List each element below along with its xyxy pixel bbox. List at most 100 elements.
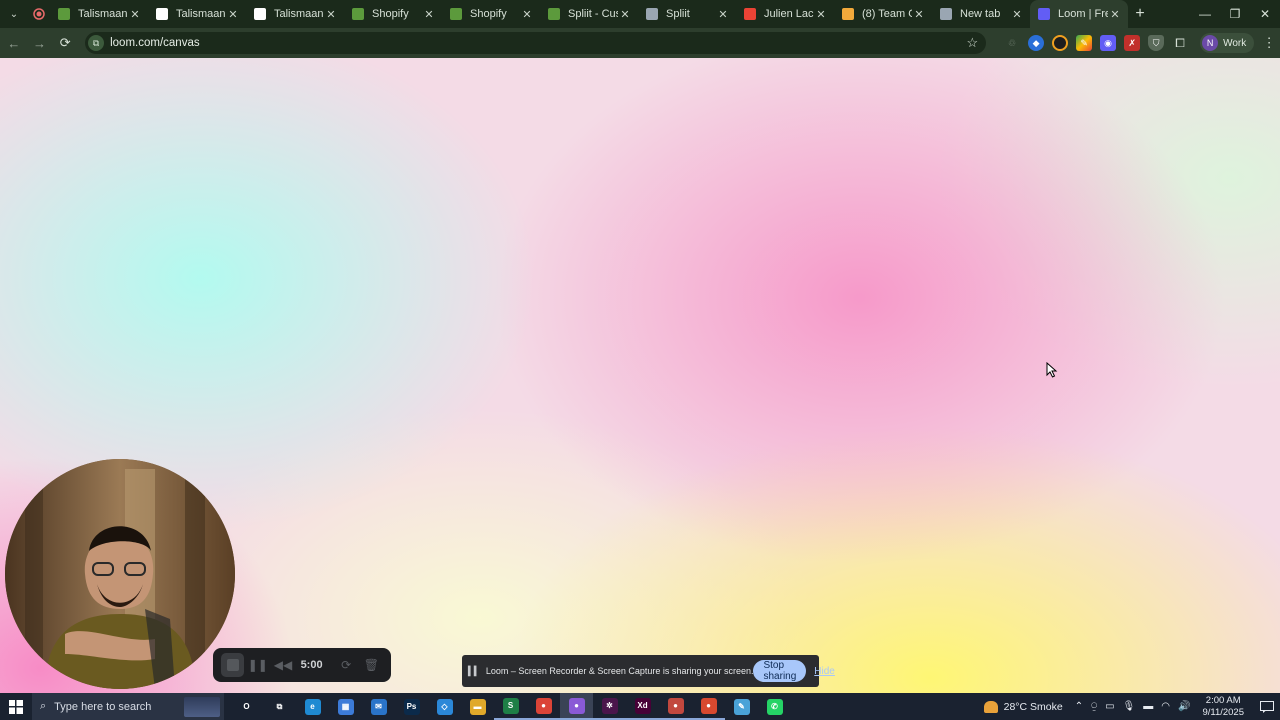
close-tab-icon[interactable]: ✕ xyxy=(912,8,926,21)
delete-recording-button[interactable]: 🗑 xyxy=(360,658,383,672)
browser-tab[interactable]: Loom | Fre ✕ xyxy=(1030,0,1128,28)
site-info-icon[interactable]: ⧉ xyxy=(88,35,105,51)
taskbar-app-chrome-work[interactable]: ● xyxy=(659,693,692,720)
browser-tab[interactable]: Shopify ✕ xyxy=(344,0,442,28)
notion-icon xyxy=(156,8,168,20)
taskbar-app-file-explorer[interactable]: ▬ xyxy=(461,693,494,720)
stop-recording-button[interactable] xyxy=(221,653,245,677)
taskbar-app-chrome[interactable]: ● xyxy=(527,693,560,720)
tab-title: Talismaan xyxy=(176,8,226,20)
windows-start-button[interactable] xyxy=(0,699,32,714)
taskbar-app-mail[interactable]: ✉ xyxy=(362,693,395,720)
browser-tab[interactable]: Julien Lacomb✕ xyxy=(736,0,834,28)
close-window-button[interactable]: ✕ xyxy=(1250,0,1280,28)
close-tab-icon[interactable]: ✕ xyxy=(422,8,436,21)
restore-button[interactable]: ❐ xyxy=(1220,0,1250,28)
drag-handle-icon[interactable]: ▍▍ xyxy=(468,666,481,677)
restart-button[interactable]: ⟳ xyxy=(335,658,358,672)
cortana-icon: O xyxy=(238,698,255,715)
taskbar-app-photoshop[interactable]: Ps xyxy=(395,693,428,720)
close-tab-icon[interactable]: ✕ xyxy=(716,8,730,21)
wifi-icon[interactable]: ◠ xyxy=(1161,701,1170,712)
forward-button[interactable]: → xyxy=(28,31,52,55)
close-tab-icon[interactable]: ✕ xyxy=(324,8,338,21)
browser-tab[interactable]: Spliit - Custom✕ xyxy=(540,0,638,28)
extension-blue-icon[interactable]: ◆ xyxy=(1028,35,1045,51)
extension-color-icon[interactable]: ✎ xyxy=(1076,35,1093,51)
close-tab-icon[interactable]: ✕ xyxy=(1108,8,1122,21)
new-tab-button[interactable]: + xyxy=(1128,5,1152,23)
taskbar-app-slack[interactable]: ✲ xyxy=(593,693,626,720)
taskbar-app-excel-sheets[interactable]: S xyxy=(494,693,527,720)
battery-icon[interactable]: ▬ xyxy=(1143,701,1153,712)
mail-icon: ✉ xyxy=(370,698,387,715)
chrome-icon: ● xyxy=(535,697,552,714)
extensions-puzzle-icon[interactable]: ⧠ xyxy=(1172,35,1188,51)
taskbar-app-task-view[interactable]: ⧉ xyxy=(263,693,296,720)
tab-search-button[interactable]: ⌄ xyxy=(0,0,28,28)
tab-title: Shopify xyxy=(372,8,409,20)
taskbar-app-cortana[interactable]: O xyxy=(230,693,263,720)
address-bar[interactable]: ⧉ loom.com/canvas ☆ xyxy=(85,32,987,54)
store-icon: ▦ xyxy=(337,698,354,715)
browser-tab[interactable]: (8) Team Oper✕ xyxy=(834,0,932,28)
taskbar-app-store[interactable]: ▦ xyxy=(329,693,362,720)
close-tab-icon[interactable]: ✕ xyxy=(226,8,240,21)
gmail-icon xyxy=(744,8,756,20)
pause-button[interactable]: ❚❚ xyxy=(246,658,269,672)
browser-tab[interactable]: Spliit ✕ xyxy=(638,0,736,28)
taskbar-search-box[interactable]: ⌕ Type here to search xyxy=(32,693,224,720)
browser-tab[interactable]: Shopify ✕ xyxy=(442,0,540,28)
close-tab-icon[interactable]: ✕ xyxy=(1010,8,1024,21)
volume-icon[interactable]: 🔊 xyxy=(1178,701,1190,712)
shopify-bag-icon xyxy=(352,8,364,20)
sharing-message: Loom – Screen Recorder & Screen Capture … xyxy=(485,666,754,676)
meet-now-icon[interactable]: ▭ xyxy=(1105,701,1114,712)
show-hidden-icons-icon[interactable]: ⌃ xyxy=(1075,701,1083,712)
webcam-bubble[interactable] xyxy=(5,459,235,689)
taskbar-app-notepad[interactable]: ✎ xyxy=(725,693,758,720)
extension-recycle-icon[interactable]: ♲ xyxy=(1004,35,1020,51)
close-tab-icon[interactable]: ✕ xyxy=(520,8,534,21)
browser-tab[interactable]: New tab ✕ xyxy=(932,0,1030,28)
weather-widget[interactable]: 28°C Smoke xyxy=(983,700,1063,713)
browser-tab[interactable]: Talismaan ✕ xyxy=(246,0,344,28)
usb-icon[interactable]: ⍜ xyxy=(1091,701,1097,712)
taskbar-app-chrome-profile[interactable]: ● xyxy=(692,693,725,720)
hide-sharing-bar-link[interactable]: Hide xyxy=(814,666,835,677)
browser-tab[interactable]: Talismaan ✕ xyxy=(148,0,246,28)
browser-tab[interactable]: Talismaan - Ho✕ xyxy=(50,0,148,28)
close-tab-icon[interactable]: ✕ xyxy=(128,8,142,21)
taskbar-app-vscode[interactable]: ◇ xyxy=(428,693,461,720)
url-text[interactable]: loom.com/canvas xyxy=(110,37,966,49)
taskbar-clock[interactable]: 2:00 AM 9/11/2025 xyxy=(1202,695,1244,719)
recording-controls: ❚❚ ◀◀ 5:00 ⟳ 🗑 xyxy=(213,648,391,682)
taskbar-app-edge[interactable]: e xyxy=(296,693,329,720)
close-tab-icon[interactable]: ✕ xyxy=(618,8,632,21)
profile-button[interactable]: N Work xyxy=(1200,33,1255,53)
browser-tabstrip: ⌄ Talismaan - Ho✕Talismaan✕Talismaan✕Sho… xyxy=(0,0,1280,28)
extensions-area: ♲ ◆ ✎ ◉ ✗ ⛉ ⧠ xyxy=(1000,35,1192,51)
edge-icon: e xyxy=(304,698,321,715)
stop-sharing-button[interactable]: Stop sharing xyxy=(753,660,807,682)
back-button[interactable]: ← xyxy=(2,31,26,55)
extension-red-icon[interactable]: ✗ xyxy=(1124,35,1141,51)
heart-icon xyxy=(842,8,854,20)
extension-ring-icon[interactable] xyxy=(1052,35,1069,51)
taskbar-app-whatsapp[interactable]: ✆ xyxy=(758,693,791,720)
notification-center-icon[interactable] xyxy=(1254,700,1280,713)
minimize-button[interactable]: — xyxy=(1190,0,1220,28)
browser-menu-icon[interactable]: ⋮ xyxy=(1258,35,1280,51)
microphone-icon[interactable]: 🎙 xyxy=(1123,701,1136,712)
extension-shield-icon[interactable]: ⛉ xyxy=(1148,35,1165,51)
reload-button[interactable]: ⟳ xyxy=(53,31,77,55)
close-tab-icon[interactable]: ✕ xyxy=(814,8,828,21)
bookmark-star-icon[interactable]: ☆ xyxy=(966,35,978,51)
taskbar-app-xd[interactable]: Xd xyxy=(626,693,659,720)
chrome-canary-icon: ● xyxy=(568,697,585,714)
rewind-button[interactable]: ◀◀ xyxy=(271,658,294,672)
search-icon: ⌕ xyxy=(40,700,47,712)
shopify-bag-icon xyxy=(450,8,462,20)
extension-loom-icon[interactable]: ◉ xyxy=(1100,35,1117,51)
taskbar-app-chrome-canary[interactable]: ● xyxy=(560,693,593,720)
